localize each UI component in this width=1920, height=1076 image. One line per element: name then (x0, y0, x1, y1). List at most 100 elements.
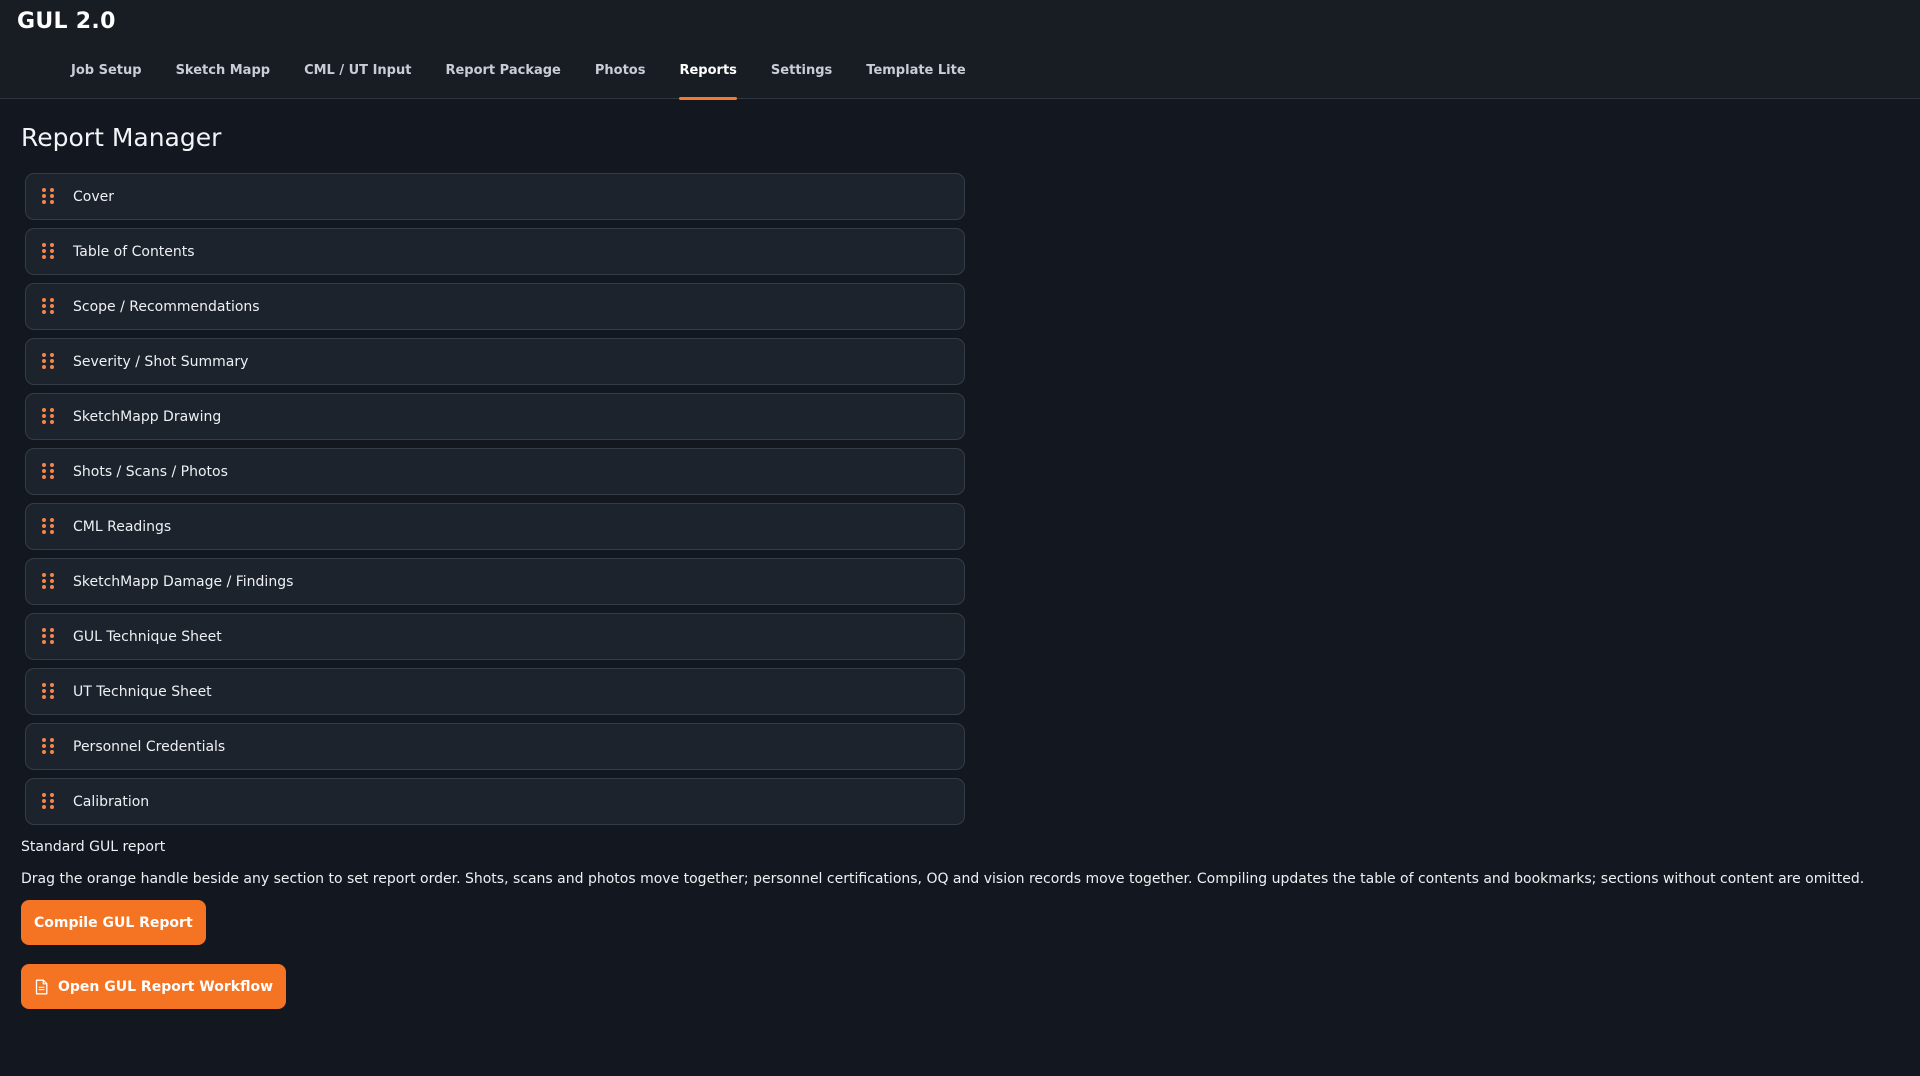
report-section-row[interactable]: Shots / Scans / Photos (25, 448, 965, 495)
compile-report-button[interactable]: Compile GUL Report (21, 900, 206, 945)
drag-handle-dot (42, 474, 46, 479)
drag-handle-dot (50, 407, 54, 412)
drag-handle-dot (50, 517, 54, 522)
report-section-label: Calibration (73, 793, 150, 810)
drag-handle-dot (42, 364, 46, 369)
report-section-label: Cover (73, 188, 114, 205)
drag-handle-dot (50, 413, 54, 418)
drag-handle-dot (42, 639, 46, 644)
drag-handle-dot (50, 358, 54, 363)
report-section-label: SketchMapp Damage / Findings (73, 573, 294, 590)
drag-handle-dot (50, 468, 54, 473)
drag-handle-icon[interactable] (42, 627, 56, 646)
report-section-label: Shots / Scans / Photos (73, 463, 228, 480)
drag-handle-dot (50, 633, 54, 638)
drag-handle-dot (50, 694, 54, 699)
drag-handle-icon[interactable] (42, 517, 56, 536)
tab-report-package[interactable]: Report Package (428, 58, 577, 99)
tab-reports[interactable]: Reports (662, 58, 753, 100)
report-section-row[interactable]: Scope / Recommendations (25, 283, 965, 330)
drag-handle-dot (42, 254, 46, 259)
drag-handle-dot (42, 407, 46, 412)
report-section-row[interactable]: Calibration (25, 778, 965, 825)
drag-handle-dot (50, 474, 54, 479)
report-section-label: Personnel Credentials (73, 738, 226, 755)
drag-handle-dot (50, 792, 54, 797)
drag-handle-dot (50, 462, 54, 467)
page-title: Report Manager (21, 123, 222, 152)
drag-handle-dot (50, 254, 54, 259)
drag-handle-dot (42, 358, 46, 363)
report-section-row[interactable]: Personnel Credentials (25, 723, 965, 770)
report-section-list: Cover Table of Contents Scope / Recommenda… (25, 173, 965, 825)
drag-handle-dot (50, 584, 54, 589)
drag-handle-dot (50, 749, 54, 754)
drag-handle-dot (50, 242, 54, 247)
drag-handle-dot (50, 743, 54, 748)
top-bar: GUL 2.0 Job Setup Sketch Mapp CML / UT I… (0, 0, 1920, 100)
tab-job-setup[interactable]: Job Setup (54, 58, 159, 99)
drag-handle-dot (42, 462, 46, 467)
report-section-label: SketchMapp Drawing (73, 408, 222, 425)
drag-handle-dot (42, 572, 46, 577)
report-section-row[interactable]: SketchMapp Damage / Findings (25, 558, 965, 605)
drag-handle-icon[interactable] (42, 792, 56, 811)
report-section-label: Table of Contents (73, 243, 195, 260)
drag-handle-dot (42, 694, 46, 699)
drag-handle-icon[interactable] (42, 297, 56, 316)
drag-handle-dot (42, 248, 46, 253)
drag-handle-dot (42, 193, 46, 198)
drag-handle-dot (42, 517, 46, 522)
compile-report-label: Compile GUL Report (34, 914, 193, 931)
report-section-row[interactable]: Table of Contents (25, 228, 965, 275)
open-workflow-button[interactable]: Open GUL Report Workflow (21, 964, 287, 1009)
main-tabs: Job Setup Sketch Mapp CML / UT Input Rep… (54, 58, 983, 100)
drag-handle-dot (42, 199, 46, 204)
drag-handle-dot (42, 578, 46, 583)
drag-handle-dot (42, 743, 46, 748)
drag-handle-icon[interactable] (42, 352, 56, 371)
drag-handle-icon[interactable] (42, 462, 56, 481)
tab-settings[interactable]: Settings (754, 58, 849, 99)
drag-handle-dot (42, 688, 46, 693)
drag-handle-dot (50, 804, 54, 809)
drag-handle-dot (42, 303, 46, 308)
report-section-row[interactable]: GUL Technique Sheet (25, 613, 965, 660)
drag-handle-icon[interactable] (42, 242, 56, 261)
drag-handle-dot (42, 352, 46, 357)
drag-handle-icon[interactable] (42, 682, 56, 701)
tab-cml-ut-input[interactable]: CML / UT Input (287, 58, 428, 99)
report-section-row[interactable]: Cover (25, 173, 965, 220)
drag-handle-dot (50, 309, 54, 314)
report-section-row[interactable]: CML Readings (25, 503, 965, 550)
drag-handle-dot (50, 364, 54, 369)
drag-handle-dot (50, 352, 54, 357)
open-workflow-label: Open GUL Report Workflow (58, 978, 274, 995)
report-section-row[interactable]: UT Technique Sheet (25, 668, 965, 715)
drag-handle-dot (50, 523, 54, 528)
report-section-row[interactable]: SketchMapp Drawing (25, 393, 965, 440)
drag-handle-icon[interactable] (42, 187, 56, 206)
drag-handle-dot (42, 792, 46, 797)
report-section-row[interactable]: Severity / Shot Summary (25, 338, 965, 385)
report-section-label: GUL Technique Sheet (73, 628, 222, 645)
drag-handle-dot (50, 419, 54, 424)
tab-photos[interactable]: Photos (578, 58, 663, 99)
report-manager-panel: Report Manager Cover Table of Contents Sco… (21, 99, 1901, 1009)
tab-sketch-mapp[interactable]: Sketch Mapp (159, 58, 288, 99)
drag-handle-icon[interactable] (42, 407, 56, 426)
drag-handle-dot (50, 572, 54, 577)
report-section-label: Scope / Recommendations (73, 298, 260, 315)
drag-handle-dot (50, 682, 54, 687)
drag-handle-dot (50, 248, 54, 253)
drag-handle-dot (50, 627, 54, 632)
drag-handle-icon[interactable] (42, 737, 56, 756)
drag-handle-dot (50, 187, 54, 192)
drag-handle-icon[interactable] (42, 572, 56, 591)
tab-template-lite[interactable]: Template Lite (849, 58, 982, 99)
drag-handle-dot (50, 303, 54, 308)
drag-handle-dot (42, 798, 46, 803)
drag-handle-dot (50, 737, 54, 742)
drag-handle-dot (42, 468, 46, 473)
drag-handle-dot (42, 413, 46, 418)
